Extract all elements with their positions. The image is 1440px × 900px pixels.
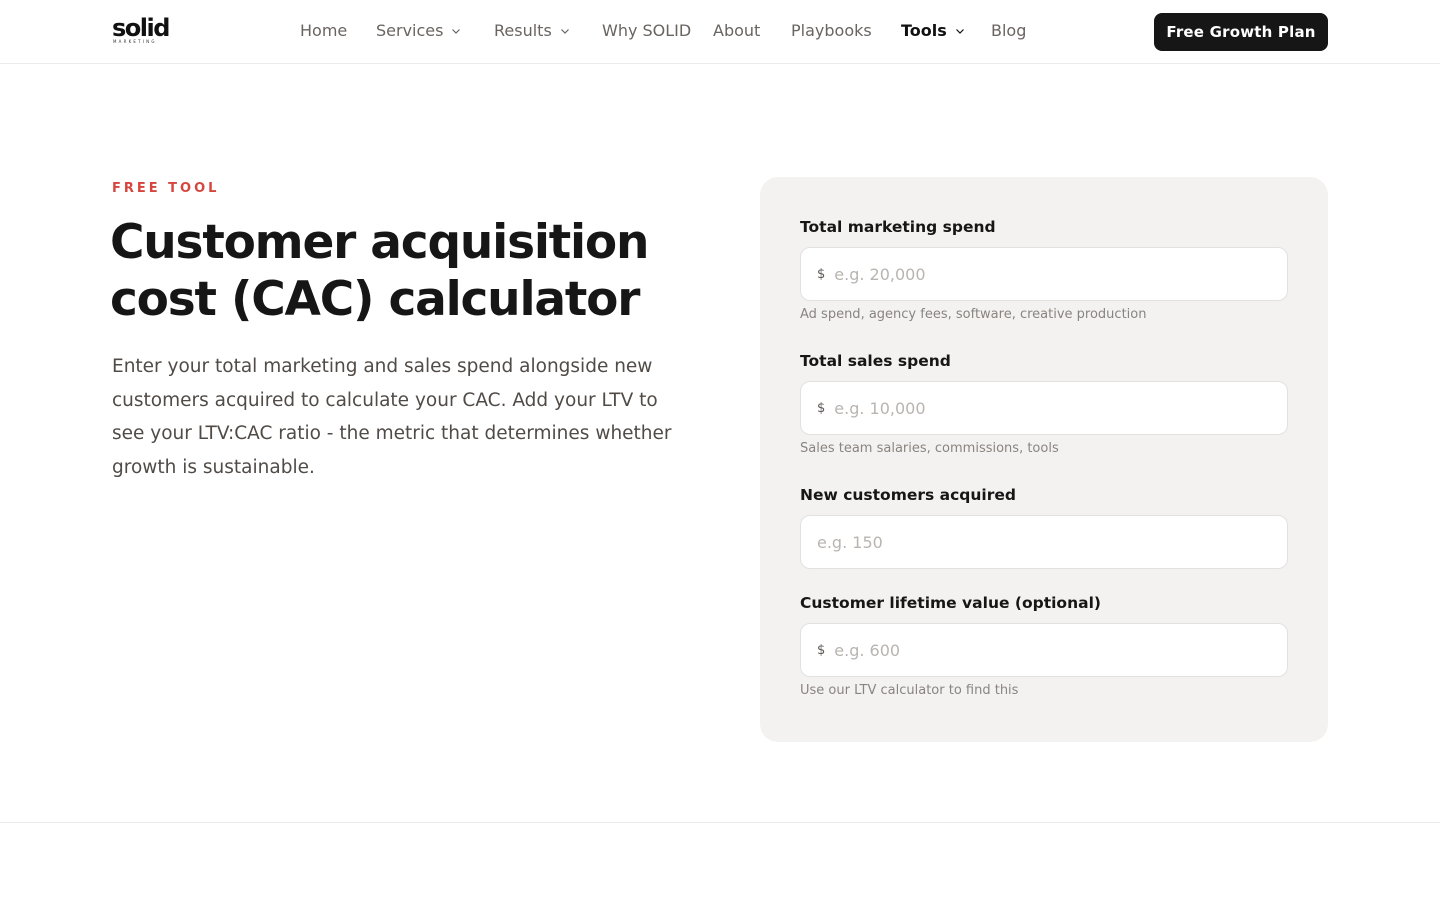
nav-home[interactable]: Home [300, 21, 347, 41]
sales-spend-placeholder: e.g. 10,000 [834, 398, 926, 418]
sales-spend-label: Total sales spend [800, 352, 951, 370]
section-divider [0, 822, 1440, 823]
nav-about[interactable]: About [713, 21, 760, 41]
marketing-spend-input[interactable]: $ e.g. 20,000 [800, 247, 1288, 301]
solid-logo[interactable]: solid MARKETING [112, 14, 182, 45]
new-customers-label: New customers acquired [800, 486, 1016, 504]
nav-tools[interactable]: Tools [901, 21, 965, 41]
page-description: Enter your total marketing and sales spe… [112, 356, 672, 478]
nav-why-solid-label: Why SOLID [602, 21, 692, 40]
dollar-prefix: $ [817, 266, 826, 282]
sales-spend-hint: Sales team salaries, commissions, tools [800, 441, 1059, 456]
chevron-down-icon [560, 29, 569, 34]
nav-tools-label: Tools [901, 21, 947, 40]
eyebrow-label: FREE TOOL [112, 181, 220, 196]
sales-spend-input[interactable]: $ e.g. 10,000 [800, 381, 1288, 435]
page-title-line1: Customer acquisition [110, 215, 649, 270]
nav-blog-label: Blog [991, 21, 1027, 40]
marketing-spend-hint: Ad spend, agency fees, software, creativ… [800, 307, 1147, 322]
site-header: solid MARKETING Home Services Results Wh… [0, 0, 1440, 64]
nav-services[interactable]: Services [376, 21, 461, 41]
dollar-prefix: $ [817, 642, 826, 658]
ltv-placeholder: e.g. 600 [834, 640, 901, 660]
ltv-label: Customer lifetime value (optional) [800, 594, 1101, 612]
ltv-input[interactable]: $ e.g. 600 [800, 623, 1288, 677]
new-customers-placeholder: e.g. 150 [817, 532, 883, 552]
new-customers-input[interactable]: e.g. 150 [800, 515, 1288, 569]
dollar-prefix: $ [817, 400, 826, 416]
nav-results-label: Results [494, 21, 552, 40]
nav-home-label: Home [300, 21, 348, 40]
page-title-line2: cost (CAC) calculator [110, 272, 640, 327]
nav-playbooks[interactable]: Playbooks [791, 21, 872, 41]
marketing-spend-label: Total marketing spend [800, 218, 996, 236]
chevron-down-icon [955, 29, 964, 34]
nav-about-label: About [713, 21, 761, 40]
logo-tagline: MARKETING [113, 39, 157, 44]
nav-results[interactable]: Results [494, 21, 570, 41]
logo-wordmark: solid [112, 14, 170, 42]
nav-why-solid[interactable]: Why SOLID [602, 21, 691, 41]
nav-blog[interactable]: Blog [991, 21, 1026, 41]
ltv-hint: Use our LTV calculator to find this [800, 683, 1019, 698]
nav-playbooks-label: Playbooks [791, 21, 872, 40]
nav-services-label: Services [376, 21, 444, 40]
free-growth-plan-button[interactable]: Free Growth Plan [1154, 13, 1328, 51]
chevron-down-icon [452, 29, 461, 34]
page-title: Customer acquisition cost (CAC) calculat… [110, 214, 710, 328]
marketing-spend-placeholder: e.g. 20,000 [834, 264, 926, 284]
